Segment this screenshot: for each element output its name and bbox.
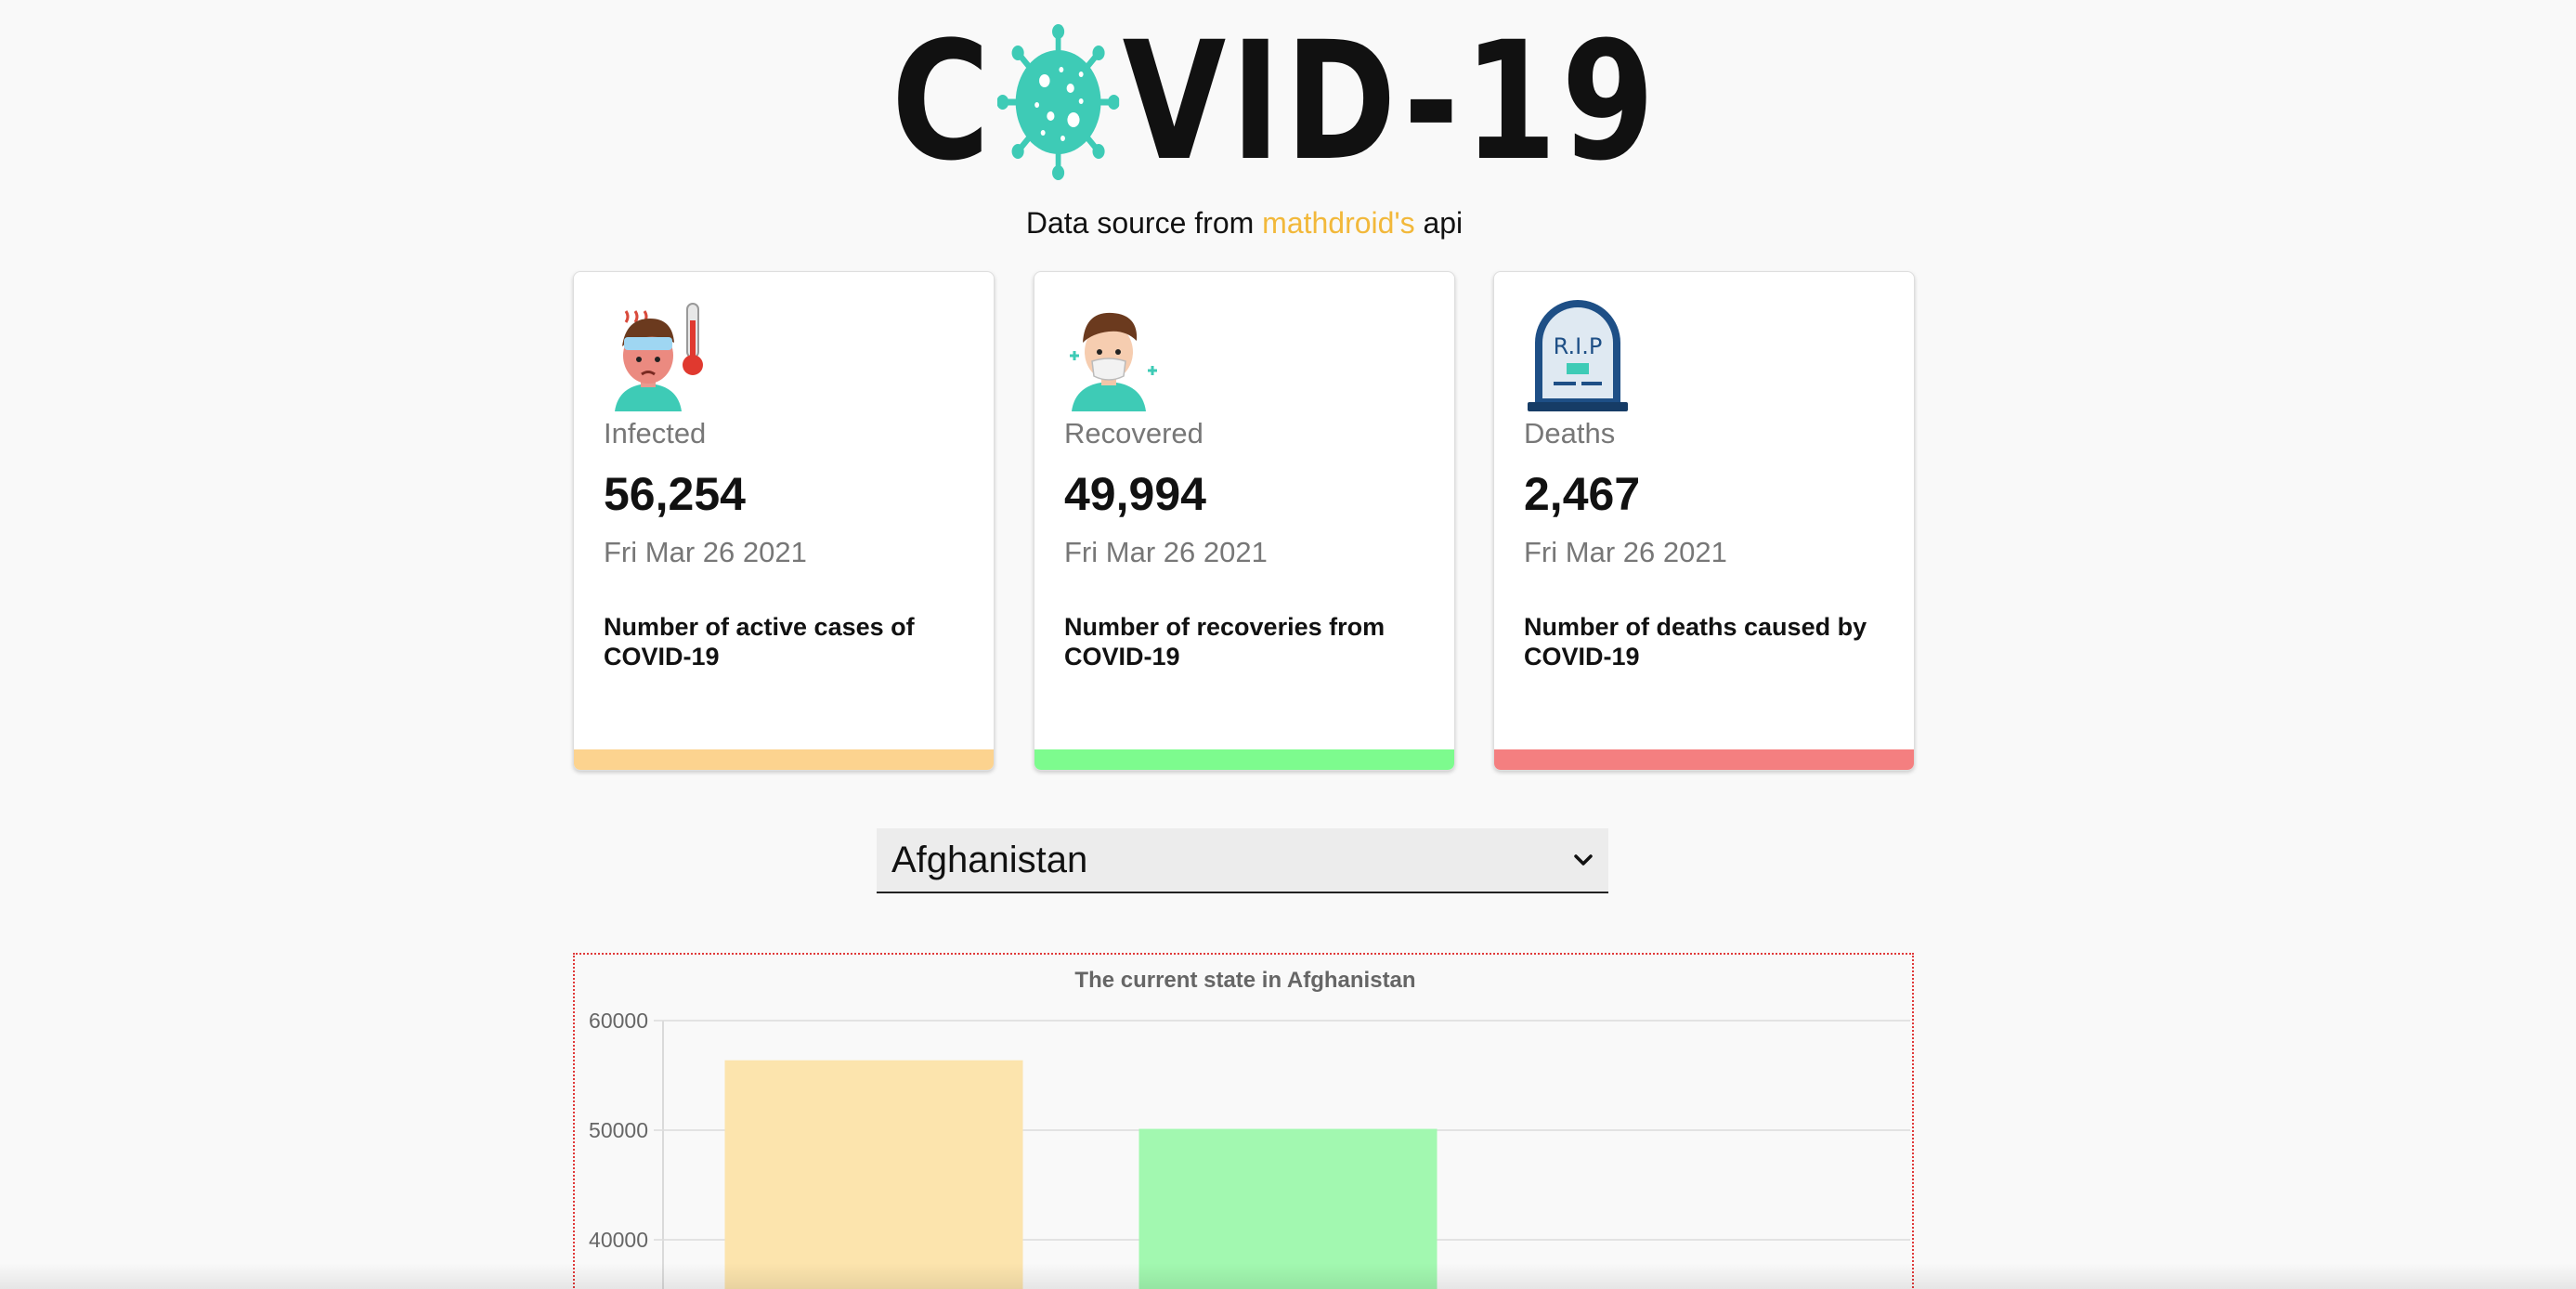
card-accent-bar — [1494, 749, 1914, 770]
masked-person-icon — [1070, 312, 1157, 411]
source-suffix: api — [1414, 206, 1464, 240]
source-prefix: Data source from — [1025, 206, 1263, 240]
mathdroid-api-link[interactable]: mathdroid's — [1262, 206, 1414, 240]
card-description: Number of deaths caused by COVID-19 — [1524, 613, 1867, 671]
bar-chart: The current state in Afghanistan 60000 50… — [589, 968, 1910, 1289]
card-title: Infected — [604, 417, 707, 449]
chart-title: The current state in Afghanistan — [1074, 968, 1415, 993]
card-deaths: R.I.P Deaths 2,467 Fri Mar 26 2021 Numbe… — [1493, 271, 1915, 771]
country-select-value: Afghanistan — [891, 839, 1088, 880]
card-description: Number of recoveries from COVID-19 — [1064, 613, 1386, 671]
y-tick-label: 50000 — [589, 1118, 648, 1142]
card-accent-bar — [574, 749, 994, 770]
card-title: Deaths — [1524, 417, 1616, 449]
card-date: Fri Mar 26 2021 — [1064, 536, 1268, 568]
card-value: 2,467 — [1524, 468, 1641, 520]
data-source-line: Data source from mathdroid's api — [0, 206, 2489, 241]
card-date: Fri Mar 26 2021 — [1524, 536, 1727, 568]
page: C VID-19 Data source from mathdroid's ap… — [0, 0, 2576, 1289]
card-date: Fri Mar 26 2021 — [604, 536, 807, 568]
covid-logo: C VID-19 — [891, 20, 1655, 183]
logo-letters-vid19: VID-19 — [1122, 6, 1659, 197]
logo-letter-c: C — [891, 6, 995, 197]
virus-icon — [997, 23, 1120, 180]
card-recovered: Recovered 49,994 Fri Mar 26 2021 Number … — [1034, 271, 1455, 771]
chevron-down-icon — [1574, 854, 1593, 866]
y-tick-label: 40000 — [589, 1228, 648, 1252]
svg-text:R.I.P: R.I.P — [1554, 333, 1603, 359]
sick-person-icon — [615, 303, 703, 411]
card-value: 49,994 — [1064, 468, 1206, 520]
tombstone-icon: R.I.P — [1528, 300, 1628, 411]
card-title: Recovered — [1064, 417, 1203, 449]
bar-infected[interactable] — [724, 1060, 1023, 1289]
card-description: Number of active cases of COVID-19 — [604, 613, 915, 671]
card-infected: Infected 56,254 Fri Mar 26 2021 Number o… — [573, 271, 995, 771]
card-value: 56,254 — [604, 468, 746, 520]
chart-container: The current state in Afghanistan 60000 50… — [573, 953, 1914, 1289]
y-tick-label: 60000 — [589, 1009, 648, 1033]
country-select[interactable]: Afghanistan — [877, 828, 1608, 893]
bottom-shadow — [0, 1263, 2576, 1289]
logo-text: C VID-19 — [891, 20, 1659, 184]
card-accent-bar — [1034, 749, 1454, 770]
